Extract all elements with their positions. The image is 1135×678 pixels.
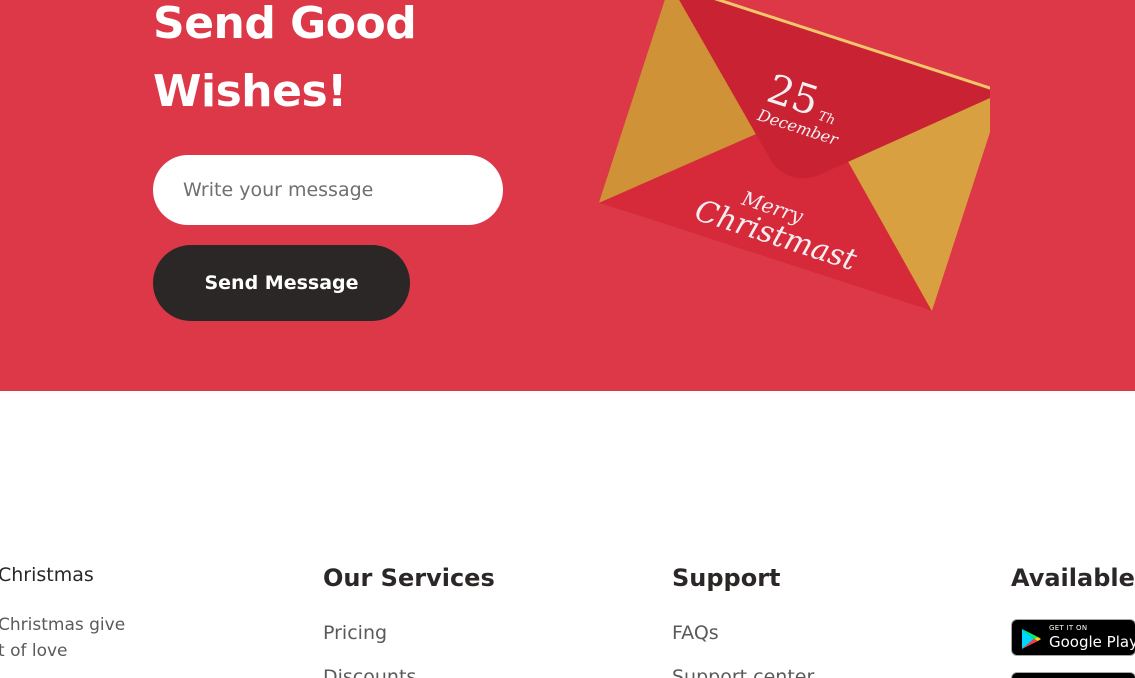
footer-link-support-center[interactable]: Support center: [672, 666, 814, 678]
message-input[interactable]: [153, 155, 503, 225]
footer-about-text-line2: t of love: [0, 641, 68, 661]
hero-title-line1: Send Good: [153, 0, 417, 49]
envelope-illustration: 25 Th December Merry Christmast: [598, 0, 990, 311]
footer-about-title: Christmas: [0, 564, 94, 586]
footer-about-text: Christmas give t of love: [0, 612, 148, 664]
christmas-envelope-image: 25 Th December Merry Christmast: [590, 0, 990, 330]
footer-link-discounts[interactable]: Discounts: [323, 666, 416, 678]
footer-available-title: Available: [1011, 564, 1135, 592]
footer-about-text-line1: Christmas give: [0, 615, 126, 635]
app-store-badge[interactable]: [1011, 672, 1135, 678]
footer-link-faqs[interactable]: FAQs: [672, 622, 719, 644]
hero-title-line2: Wishes!: [153, 66, 347, 117]
google-play-badge[interactable]: GET IT ON Google Play: [1011, 619, 1135, 656]
google-play-icon: [1022, 629, 1041, 649]
footer-services-title: Our Services: [323, 564, 495, 592]
footer: Christmas Christmas give t of love Our S…: [0, 391, 1135, 678]
send-message-button[interactable]: Send Message: [153, 245, 410, 321]
footer-link-pricing[interactable]: Pricing: [323, 622, 387, 644]
hero-title: Send Good Wishes!: [153, 0, 417, 126]
hero-section: Send Good Wishes! Send Message 25 Th De: [0, 0, 1135, 391]
google-play-big-text: Google Play: [1049, 633, 1135, 651]
footer-support-title: Support: [672, 564, 781, 592]
google-play-small-text: GET IT ON: [1049, 624, 1088, 632]
